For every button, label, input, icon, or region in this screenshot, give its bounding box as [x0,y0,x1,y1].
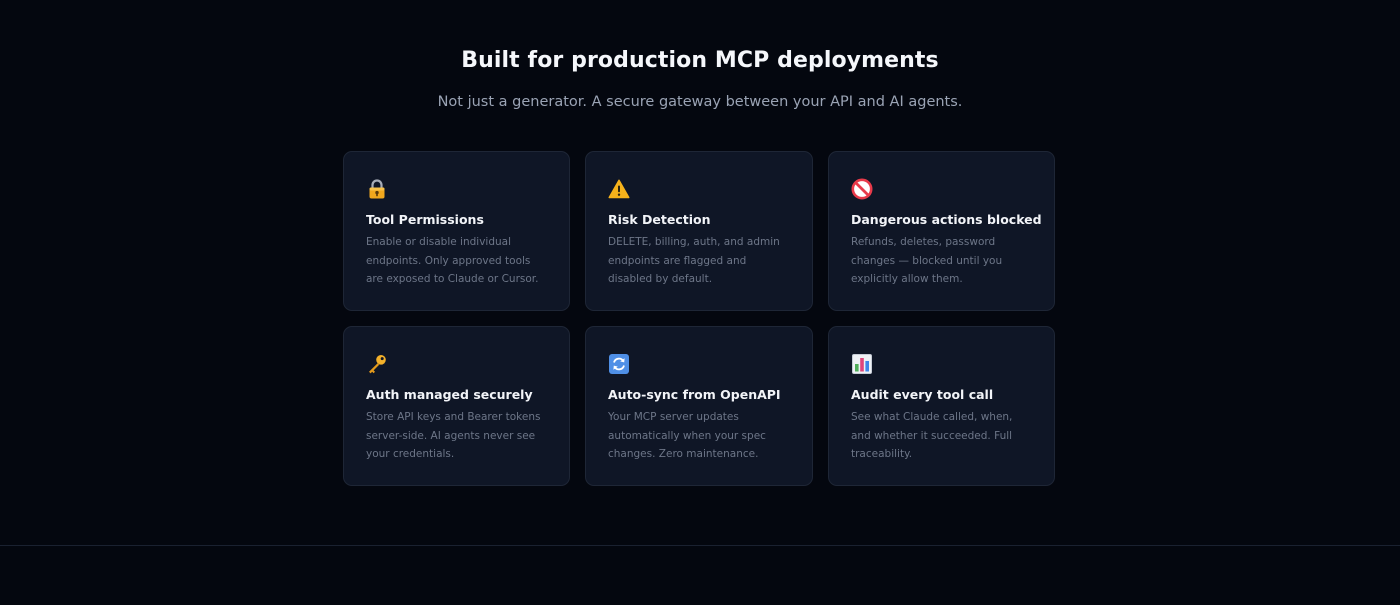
feature-title: Audit every tool call [851,387,994,402]
feature-description: See what Claude called, when, and whethe… [851,411,1013,460]
section-subtitle: Not just a generator. A secure gateway b… [437,94,963,110]
feature-description: Enable or disable individual endpoints. … [366,236,539,285]
feature-description: DELETE, billing, auth, and admin endpoin… [608,236,780,285]
feature-card-tool-permissions: Tool Permissions Enable or disable indiv… [343,151,570,311]
key-icon [366,353,388,375]
lock-icon [366,178,388,200]
feature-title: Risk Detection [608,212,711,227]
no-entry-icon [851,178,873,200]
bar-chart-icon [851,353,873,375]
warning-icon [608,178,630,200]
feature-description: Store API keys and Bearer tokens server-… [366,411,541,460]
sync-icon [608,353,630,375]
footer-divider [0,545,1400,546]
feature-title: Tool Permissions [366,212,484,227]
feature-card-audit: Audit every tool call See what Claude ca… [828,326,1055,486]
feature-card-auto-sync: Auto-sync from OpenAPI Your MCP server u… [585,326,813,486]
features-section: Built for production MCP deployments Not… [0,0,1400,605]
feature-description: Your MCP server updates automatically wh… [608,411,766,460]
feature-card-auth-managed: Auth managed securely Store API keys and… [343,326,570,486]
feature-description: Refunds, deletes, password changes — blo… [851,236,1003,285]
section-title: Built for production MCP deployments [461,48,939,73]
feature-title: Auth managed securely [366,387,533,402]
feature-grid: Tool Permissions Enable or disable indiv… [343,151,1055,486]
feature-card-dangerous-actions: Dangerous actions blocked Refunds, delet… [828,151,1055,311]
feature-card-risk-detection: Risk Detection DELETE, billing, auth, an… [585,151,813,311]
feature-title: Auto-sync from OpenAPI [608,387,781,402]
feature-title: Dangerous actions blocked [851,212,1042,227]
